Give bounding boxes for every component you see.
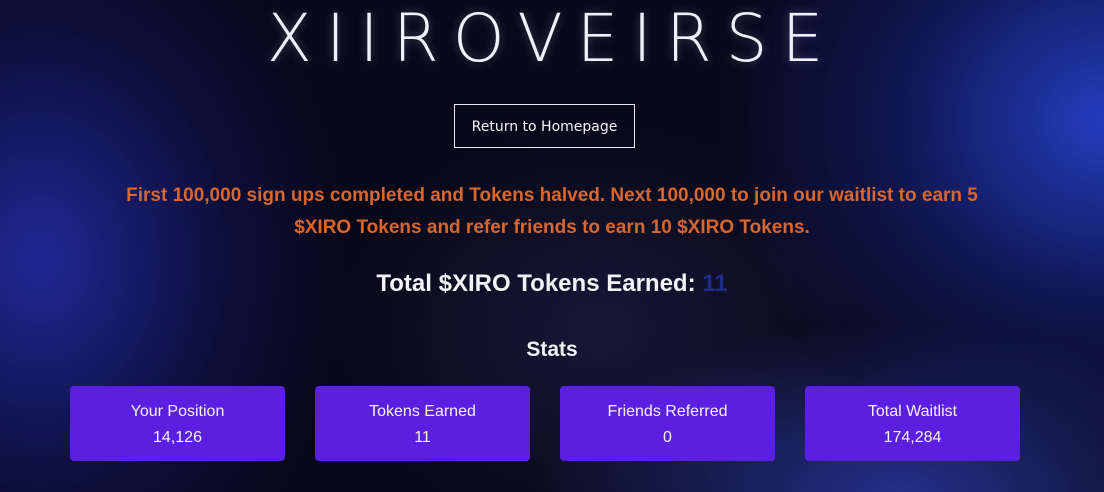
stat-value: 14,126 — [153, 429, 202, 446]
xiroverse-logo: XIIROVEIRSE — [0, 2, 1104, 76]
stat-label: Total Waitlist — [867, 403, 958, 420]
stat-value: 0 — [663, 429, 672, 446]
logo-text: XIIROVEIRSE — [266, 0, 838, 77]
waitlist-notice: First 100,000 sign ups completed and Tok… — [90, 180, 1014, 244]
stat-card-friends-referred: Friends Referred 0 — [560, 386, 775, 461]
stat-card-total-waitlist: Total Waitlist 174,284 — [805, 386, 1020, 461]
stat-value: 11 — [414, 429, 431, 446]
total-tokens-earned: Total $XIRO Tokens Earned: 11 — [0, 266, 1104, 302]
stats-heading: Stats — [526, 338, 578, 361]
total-tokens-label: Total $XIRO Tokens Earned: — [376, 270, 696, 297]
total-tokens-value: 11 — [702, 270, 728, 297]
stats-row: Your Position 14,126 Tokens Earned 11 Fr… — [70, 386, 1020, 461]
stat-card-your-position: Your Position 14,126 — [70, 386, 285, 461]
notice-line-2: $XIRO Tokens and refer friends to earn 1… — [294, 217, 810, 238]
notice-line-1: First 100,000 sign ups completed and Tok… — [126, 185, 978, 206]
stat-label: Friends Referred — [607, 403, 728, 420]
stat-card-tokens-earned: Tokens Earned 11 — [315, 386, 530, 461]
stat-value: 174,284 — [883, 429, 942, 446]
stat-label: Tokens Earned — [369, 403, 476, 420]
return-to-homepage-button[interactable]: Return to Homepage — [454, 104, 635, 148]
stat-label: Your Position — [130, 403, 225, 420]
